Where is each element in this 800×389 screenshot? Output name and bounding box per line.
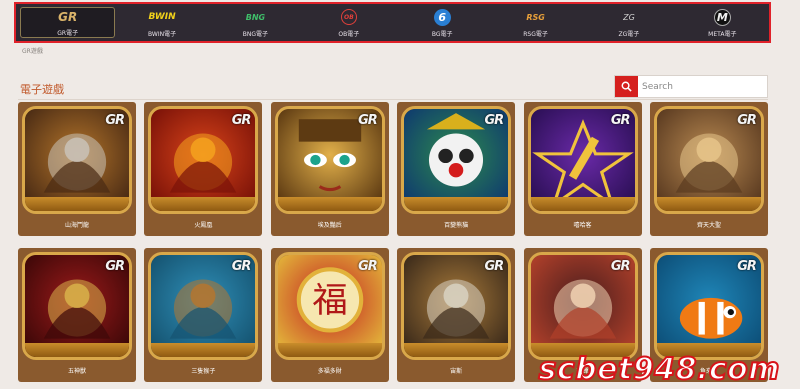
provider-logo-icon: M — [713, 7, 731, 27]
frame-base — [404, 197, 509, 211]
provider-name: ZG電子 — [618, 31, 640, 38]
gr-logo-icon: GR — [610, 113, 631, 128]
gr-logo-icon: GR — [484, 259, 504, 274]
game-card[interactable]: GR 百變熊貓 — [397, 102, 516, 236]
game-thumbnail[interactable]: GR — [527, 106, 638, 214]
provider-name: GR電子 — [57, 30, 79, 37]
provider-name: OB電子 — [338, 31, 360, 38]
gr-logo-icon: GR — [105, 259, 125, 274]
provider-logo-icon: BNG — [246, 7, 265, 27]
section-title: 電子遊戲 — [20, 83, 64, 96]
game-thumbnail[interactable]: GR — [527, 252, 638, 360]
svg-text:福: 福 — [312, 280, 347, 321]
provider-logo-text: RSG — [526, 12, 545, 22]
provider-name: RSG電子 — [523, 31, 548, 38]
provider-tab-2[interactable]: BNG BNG電子 — [209, 4, 302, 41]
gr-logo-icon: GR — [231, 259, 252, 274]
provider-name: BNG電子 — [242, 31, 269, 38]
provider-logo-text: BWIN — [148, 12, 176, 22]
game-thumbnail[interactable]: GR — [22, 106, 132, 214]
game-thumbnail[interactable]: GR — [148, 106, 259, 214]
search-button[interactable] — [615, 76, 638, 97]
provider-name: BWIN電子 — [148, 31, 177, 38]
game-card[interactable]: GR 嘻哈客 — [523, 102, 642, 236]
provider-bar: GR GR電子 BWIN BWIN電子 BNG BNG電子 OB OB電子 6 BG電子 RSG RS… — [14, 2, 771, 43]
frame-base — [151, 343, 256, 357]
game-card[interactable]: GR 埃及豔后 — [270, 102, 389, 236]
game-thumbnail[interactable]: GR — [653, 252, 764, 360]
game-card[interactable]: GR 火鳳凰 — [144, 102, 263, 236]
provider-logo-icon: OB — [340, 7, 357, 27]
game-name: 五神獸 — [67, 368, 86, 375]
search-icon — [621, 81, 632, 92]
provider-logo-text: ZG — [623, 12, 635, 22]
provider-logo-icon: ZG — [623, 7, 635, 27]
game-name: 山海鬥龍 — [64, 222, 89, 229]
provider-logo-icon: BWIN — [148, 7, 175, 27]
game-card[interactable]: GR 五神獸 — [18, 248, 136, 382]
game-thumbnail[interactable]: GR — [653, 106, 764, 214]
game-card[interactable]: 福 GR 多福多財 — [270, 248, 389, 382]
game-thumbnail[interactable]: GR — [148, 252, 259, 360]
search-box — [614, 75, 768, 98]
game-card[interactable]: GR 山海鬥龍 — [18, 102, 136, 236]
game-card[interactable]: GR 三隻猴子 — [144, 248, 263, 382]
game-thumbnail[interactable]: GR — [22, 252, 132, 360]
gr-logo-icon: GR — [484, 113, 504, 128]
game-name: 多福多財 — [317, 368, 342, 375]
frame-base — [25, 343, 129, 357]
provider-tab-7[interactable]: M META電子 — [676, 4, 769, 41]
provider-logo-text: GR — [58, 10, 78, 24]
frame-base — [530, 197, 635, 211]
section-divider — [18, 99, 768, 100]
gr-logo-icon: GR — [358, 113, 378, 128]
provider-tab-5[interactable]: RSG RSG電子 — [489, 4, 582, 41]
game-name: 火鳳凰 — [194, 222, 213, 229]
game-name: 埃及豔后 — [317, 222, 342, 229]
provider-logo-icon: RSG — [526, 7, 545, 27]
game-card[interactable]: GR 齊天大聖 — [649, 102, 768, 236]
provider-logo-text: OB — [340, 9, 357, 25]
provider-tab-0[interactable]: GR GR電子 — [20, 7, 116, 38]
provider-logo-text: 6 — [433, 8, 451, 26]
game-card[interactable]: GR 宙斯 — [397, 248, 516, 382]
frame-base — [656, 197, 761, 211]
provider-name: BG電子 — [431, 31, 453, 38]
game-grid: GR 山海鬥龍 GR 火鳳凰 GR 埃及豔后 GR 百變熊貓 GR 嘻哈客 GR… — [18, 102, 768, 382]
provider-logo-text: BNG — [245, 12, 266, 22]
provider-name: META電子 — [708, 31, 737, 38]
provider-logo-icon: 6 — [433, 7, 451, 27]
game-name: 百變熊貓 — [444, 222, 469, 229]
search-input[interactable] — [638, 76, 767, 97]
frame-base — [25, 197, 129, 211]
provider-tab-1[interactable]: BWIN BWIN電子 — [115, 4, 208, 41]
game-name: 宙斯 — [450, 368, 463, 375]
game-thumbnail[interactable]: GR — [401, 252, 512, 360]
game-thumbnail[interactable]: GR — [401, 106, 512, 214]
provider-tab-6[interactable]: ZG ZG電子 — [582, 4, 675, 41]
gr-logo-icon: GR — [737, 259, 757, 274]
site-watermark: scbet948.com — [538, 351, 781, 388]
frame-base — [277, 197, 382, 211]
game-thumbnail[interactable]: 福 GR — [274, 252, 385, 360]
gr-logo-icon: GR — [737, 113, 757, 128]
provider-logo-text: M — [713, 8, 731, 26]
game-name: 三隻猴子 — [191, 368, 216, 375]
provider-tab-3[interactable]: OB OB電子 — [302, 4, 395, 41]
gr-logo-icon: GR — [105, 113, 125, 128]
game-name: 齊天大聖 — [696, 222, 721, 229]
frame-base — [404, 343, 509, 357]
frame-base — [151, 197, 256, 211]
gr-logo-icon: GR — [358, 259, 378, 274]
frame-base — [277, 343, 382, 357]
game-thumbnail[interactable]: GR — [274, 106, 385, 214]
gr-logo-icon: GR — [610, 259, 631, 274]
breadcrumb: GR遊戲 — [22, 48, 43, 55]
provider-logo-icon: GR — [58, 8, 77, 26]
provider-tab-4[interactable]: 6 BG電子 — [396, 4, 489, 41]
gr-logo-icon: GR — [231, 113, 252, 128]
game-name: 嘻哈客 — [573, 222, 592, 229]
